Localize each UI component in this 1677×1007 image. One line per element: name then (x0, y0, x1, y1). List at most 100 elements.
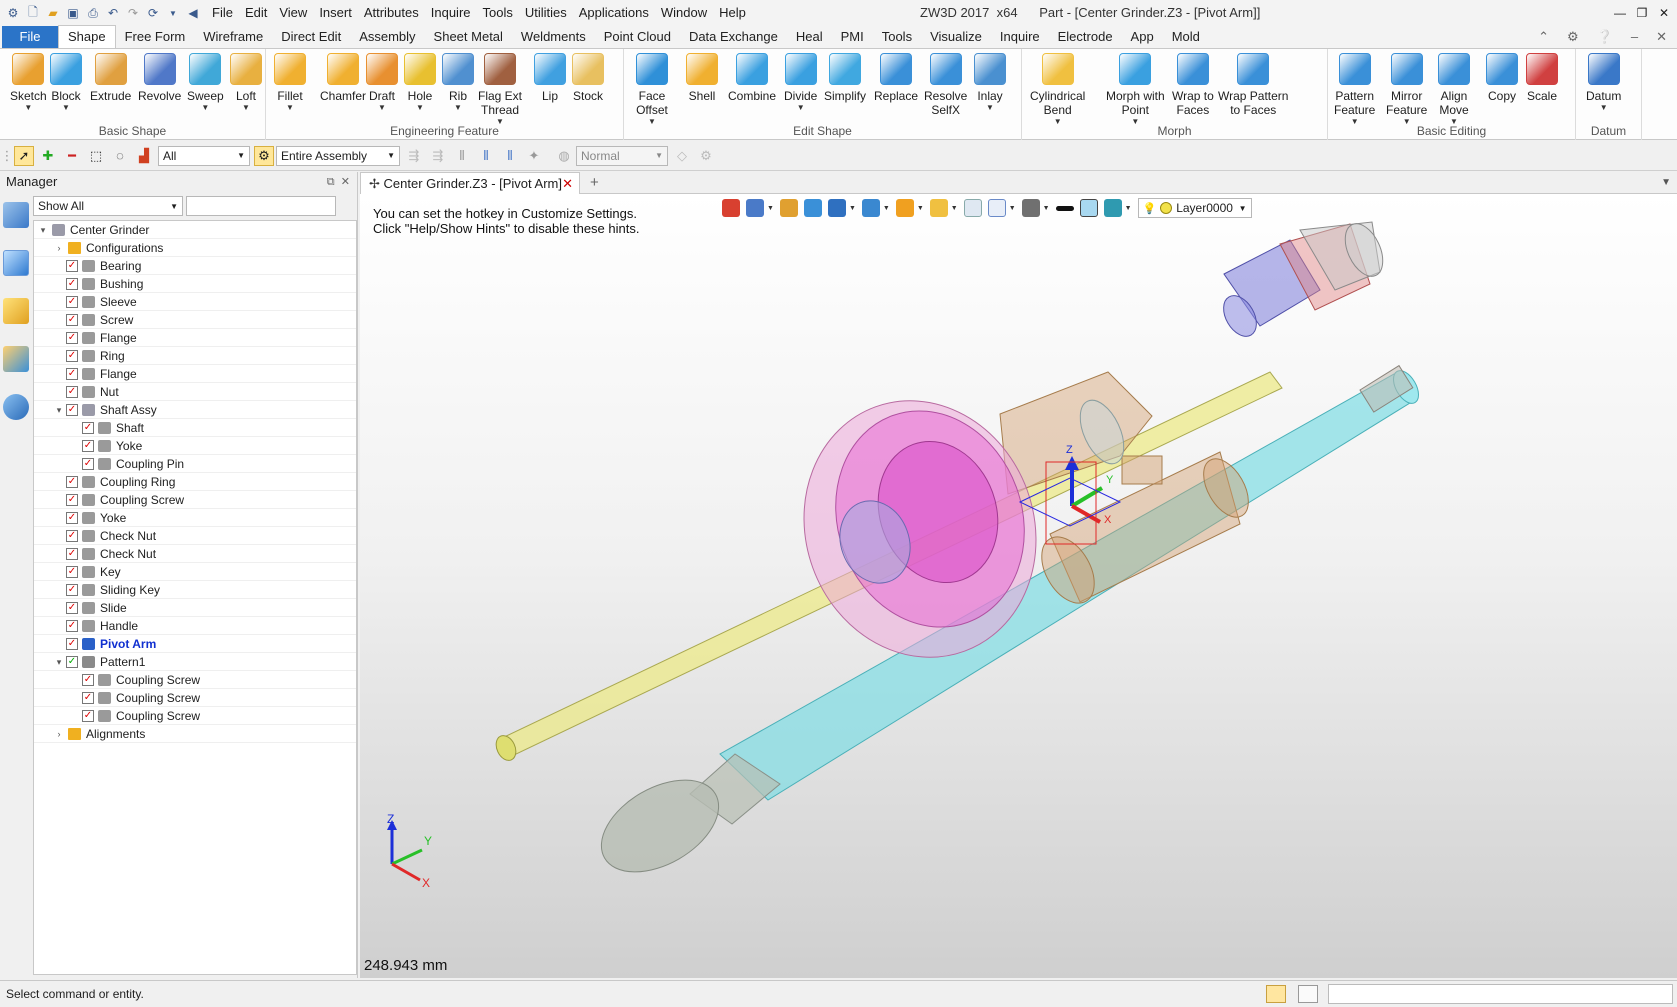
tree-item[interactable]: ✓ Nut (34, 383, 356, 401)
tree-item[interactable]: ✓ Coupling Pin (34, 455, 356, 473)
visibility-checkbox[interactable]: ✓ (66, 656, 78, 668)
tree-item[interactable]: ✓ Coupling Screw (34, 707, 356, 725)
tree-item[interactable]: ✓ Coupling Screw (34, 671, 356, 689)
tab-app[interactable]: App (1122, 26, 1163, 48)
visibility-checkbox[interactable]: ✓ (66, 530, 78, 542)
menu-utilities[interactable]: Utilities (519, 0, 573, 26)
sweep-button[interactable]: Sweep ▼ (187, 53, 224, 112)
new-tab-icon[interactable]: + (590, 172, 599, 194)
menu-applications[interactable]: Applications (573, 0, 655, 26)
save-icon[interactable]: ▣ (64, 4, 82, 22)
datum-button[interactable]: Datum ▼ (1586, 53, 1621, 112)
part-library-icon[interactable] (3, 298, 29, 324)
filter-icon[interactable]: ▟ (134, 146, 154, 166)
visibility-checkbox[interactable]: ✓ (66, 260, 78, 272)
chevron-down-icon[interactable]: ▼ (1586, 103, 1621, 112)
undo-icon[interactable]: ↶ (104, 4, 122, 22)
tree-item[interactable]: ✓ Ring (34, 347, 356, 365)
menu-help[interactable]: Help (713, 0, 752, 26)
show-filter-select[interactable]: Show All ▼ (33, 196, 183, 216)
selection-mode-icon[interactable] (1266, 985, 1286, 1003)
visibility-checkbox[interactable]: ✓ (82, 440, 94, 452)
tab-point-cloud[interactable]: Point Cloud (595, 26, 680, 48)
visibility-checkbox[interactable]: ✓ (82, 674, 94, 686)
view-manager-icon[interactable] (3, 346, 29, 372)
zoom-window-icon[interactable] (963, 199, 982, 217)
redo-icon[interactable]: ↷ (124, 4, 142, 22)
visibility-checkbox[interactable]: ✓ (66, 638, 78, 650)
visibility-checkbox[interactable]: ✓ (66, 548, 78, 560)
tab-assembly[interactable]: Assembly (350, 26, 424, 48)
chevron-down-icon[interactable]: ▼ (784, 103, 817, 112)
visibility-checkbox[interactable]: ✓ (66, 620, 78, 632)
tree-item[interactable]: ✓ Flange (34, 329, 356, 347)
tab-electrode[interactable]: Electrode (1049, 26, 1122, 48)
view-orientation-icon[interactable] (746, 199, 764, 217)
tree-item[interactable]: ✓ Sleeve (34, 293, 356, 311)
render-mode-select[interactable]: Normal ▼ (576, 145, 668, 166)
tree-item[interactable]: ✓ Check Nut (34, 527, 356, 545)
shell-button[interactable]: Shell (686, 53, 718, 103)
box-select-icon[interactable]: ⬚ (86, 146, 106, 166)
print-icon[interactable]: ⎙ (84, 4, 102, 22)
assembly-model-scene[interactable] (360, 194, 1677, 978)
close-icon[interactable]: ✕ (1655, 0, 1673, 26)
chevron-down-icon[interactable]: ▼ (10, 103, 47, 112)
menu-file[interactable]: File (206, 0, 239, 26)
scale-button[interactable]: Scale (1526, 53, 1558, 103)
collapse-ribbon-icon[interactable]: ⌃ (1538, 26, 1549, 48)
background-icon[interactable] (1021, 199, 1040, 217)
tree-item[interactable]: ✓ Coupling Ring (34, 473, 356, 491)
cylindrical-bend-button[interactable]: Cylindrical Bend ▼ (1030, 53, 1085, 126)
tab-mold[interactable]: Mold (1163, 26, 1209, 48)
back-arrow-icon[interactable]: ◀ (184, 4, 202, 22)
morph-with-point-button[interactable]: Morph with Point ▼ (1106, 53, 1165, 126)
filter-select[interactable]: All ▼ (158, 145, 250, 166)
tree-item[interactable]: ✓ Pivot Arm (34, 635, 356, 653)
layer-select[interactable]: 💡 Layer0000 ▼ (1137, 198, 1252, 218)
resolve-selfx-button[interactable]: Resolve SelfX (924, 53, 967, 117)
tree-item[interactable]: ✓ Handle (34, 617, 356, 635)
hole-button[interactable]: Hole ▼ (404, 53, 436, 112)
menu-insert[interactable]: Insert (313, 0, 358, 26)
rib-button[interactable]: Rib ▼ (442, 53, 474, 112)
close-panel-icon[interactable]: ✕ (341, 176, 350, 188)
refresh-icon[interactable]: ⟳ (144, 4, 162, 22)
tab-heal[interactable]: Heal (787, 26, 832, 48)
divide-button[interactable]: Divide ▼ (784, 53, 817, 112)
tab-sheet-metal[interactable]: Sheet Metal (425, 26, 512, 48)
tab-shape[interactable]: Shape (58, 25, 116, 48)
tab-file[interactable]: File (2, 26, 58, 48)
menu-edit[interactable]: Edit (239, 0, 273, 26)
doc-minimize-icon[interactable]: – (1631, 26, 1638, 48)
visibility-checkbox[interactable]: ✓ (82, 710, 94, 722)
stock-button[interactable]: Stock (572, 53, 604, 103)
simplify-button[interactable]: Simplify (824, 53, 866, 103)
list-view-icon[interactable] (1298, 985, 1318, 1003)
user-manager-icon[interactable] (3, 394, 29, 420)
chevron-down-icon[interactable]: ▼ (917, 205, 924, 212)
flag-ext-thread-button[interactable]: Flag Ext Thread ▼ (478, 53, 522, 126)
tree-item[interactable]: ✓ Check Nut (34, 545, 356, 563)
tab-wireframe[interactable]: Wireframe (194, 26, 272, 48)
visibility-checkbox[interactable]: ✓ (66, 332, 78, 344)
command-input[interactable] (1328, 984, 1673, 1004)
chevron-down-icon[interactable]: ▼ (883, 205, 890, 212)
tab-direct-edit[interactable]: Direct Edit (272, 26, 350, 48)
3d-viewport[interactable]: Z Y X Z Y X ▼ ▼ ▼ ▼ ▼ ▼ ▼ ▼ 💡 Layer0000 ▼ … (360, 194, 1677, 978)
visibility-checkbox[interactable]: ✓ (66, 404, 78, 416)
loft-button[interactable]: Loft ▼ (230, 53, 262, 112)
section-view-icon[interactable] (895, 199, 914, 217)
expand-icon[interactable]: › (54, 239, 64, 257)
tab-tools[interactable]: Tools (873, 26, 921, 48)
measure-icon[interactable] (779, 199, 798, 217)
float-panel-icon[interactable]: ⧉ (327, 176, 335, 188)
tree-item[interactable]: ✓ Yoke (34, 509, 356, 527)
lip-button[interactable]: Lip (534, 53, 566, 103)
visibility-checkbox[interactable]: ✓ (66, 566, 78, 578)
tree-item[interactable]: ✓ Coupling Screw (34, 689, 356, 707)
block-button[interactable]: Block ▼ (50, 53, 82, 112)
iso-view-icon[interactable] (827, 199, 846, 217)
visibility-checkbox[interactable]: ✓ (66, 512, 78, 524)
chevron-down-icon[interactable]: ▼ (366, 103, 398, 112)
